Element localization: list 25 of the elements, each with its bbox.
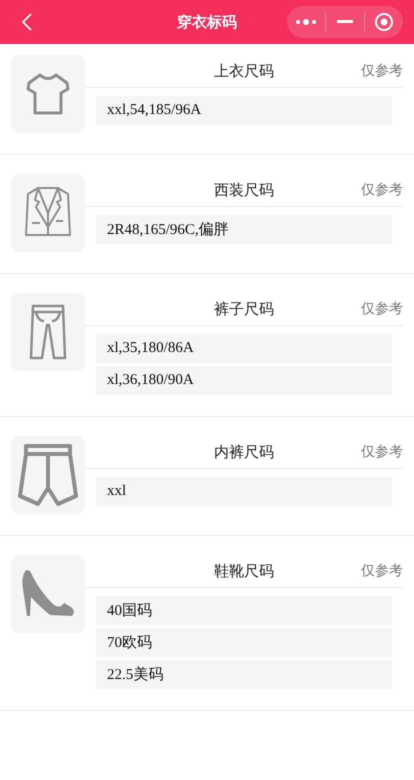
reference-note: 仅参考 — [361, 181, 403, 199]
section-title: 内裤尺码 — [214, 442, 274, 462]
briefs-icon — [17, 443, 79, 507]
reference-note: 仅参考 — [361, 62, 403, 80]
reference-note: 仅参考 — [361, 443, 403, 461]
size-value: 40国码 — [96, 596, 392, 625]
pants-icon — [28, 303, 68, 361]
size-value: xl,36,180/90A — [96, 366, 392, 395]
section-title: 鞋靴尺码 — [214, 562, 274, 580]
size-value: 70欧码 — [96, 628, 392, 657]
t-shirt-icon — [25, 72, 71, 116]
size-value: xxl,54,185/96A — [96, 96, 392, 125]
size-value: xl,35,180/86A — [96, 334, 392, 363]
reference-note: 仅参考 — [361, 300, 403, 318]
size-value: xxl — [96, 477, 392, 506]
minimize-icon[interactable] — [337, 20, 353, 24]
size-value: 22.5美码 — [96, 660, 392, 689]
close-icon[interactable] — [374, 12, 394, 32]
more-icon[interactable] — [295, 18, 317, 26]
reference-note: 仅参考 — [361, 562, 403, 580]
page-title: 穿衣标码 — [177, 12, 237, 32]
section-title: 裤子尺码 — [214, 300, 274, 318]
section-title: 西装尺码 — [214, 180, 274, 200]
size-value: 2R48,165/96C,偏胖 — [96, 215, 392, 244]
section-title: 上衣尺码 — [214, 62, 274, 80]
